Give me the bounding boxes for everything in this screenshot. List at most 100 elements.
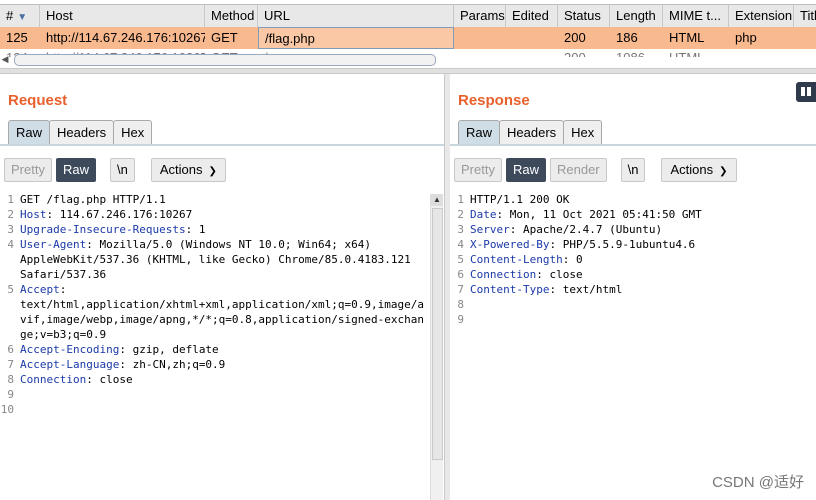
column-label: Host [46, 8, 73, 23]
scrollbar-thumb[interactable] [432, 208, 443, 460]
cell-number: 125 [6, 30, 28, 45]
line-number: 3 [7, 223, 14, 236]
column-label: Titl [800, 8, 816, 23]
horizontal-scrollbar[interactable] [14, 54, 436, 66]
newline-toggle-button[interactable]: \n [620, 158, 646, 182]
line-number: 4 [7, 238, 14, 251]
request-toolbar: Pretty Raw \n Actions ❯ [4, 158, 230, 184]
line-text: X-Powered-By: PHP/5.5.9-1ubuntu4.6 [470, 237, 695, 252]
tab-raw[interactable]: Raw [458, 120, 501, 145]
newline-toggle-button[interactable]: \n [109, 158, 135, 182]
header-value: text/html,application/xhtml+xml,applicat… [20, 298, 424, 311]
column-header-edited[interactable]: Edited [506, 5, 558, 27]
tab-hex[interactable]: Hex [563, 120, 603, 145]
line-number: 3 [457, 223, 464, 236]
editor-line: 8 [450, 297, 816, 312]
layout-toggle-icon[interactable] [796, 82, 816, 102]
line-text: GET /flag.php HTTP/1.1 [20, 192, 166, 207]
request-title: Request [8, 92, 68, 109]
header-value: : text/html [549, 283, 623, 296]
tab-underline [0, 144, 444, 146]
line-number: 2 [7, 208, 14, 221]
line-number: 1 [457, 193, 464, 206]
raw-button[interactable]: Raw [505, 158, 546, 182]
response-pane: Response Raw Headers Hex Pretty Raw Render \n… [450, 74, 816, 500]
tab-headers[interactable]: Headers [49, 120, 115, 145]
cell-url[interactable]: /flag.php [258, 27, 454, 49]
response-editor[interactable]: 1 HTTP/1.1 200 OK 2 Date: Mon, 11 Oct 2021 … [450, 192, 816, 327]
column-header-number[interactable]: # ▼ [0, 5, 40, 27]
tab-headers[interactable]: Headers [499, 120, 565, 145]
tab-hex[interactable]: Hex [113, 120, 153, 145]
line-number: 8 [7, 373, 14, 386]
header-value: vif,image/webp,image/apng,*/*;q=0.8,appl… [20, 313, 424, 326]
cell-status: 200 [558, 49, 610, 57]
editor-line: 9 [450, 312, 816, 327]
line-text: Date: Mon, 11 Oct 2021 05:41:50 GMT [470, 207, 702, 222]
layout-bar [801, 87, 805, 96]
editor-line: 7 Accept-Language: zh-CN,zh;q=0.9 [0, 357, 428, 372]
column-header-length[interactable]: Length [610, 5, 663, 27]
raw-button[interactable]: Raw [55, 158, 96, 182]
request-editor[interactable]: 1 GET /flag.php HTTP/1.1 2 Host: 114.67.246… [0, 192, 428, 417]
pretty-button[interactable]: Pretty [4, 158, 52, 182]
column-label: Extension [735, 8, 793, 23]
column-header-method[interactable]: Method [205, 5, 258, 27]
column-header-host[interactable]: Host [40, 5, 205, 27]
sort-down-icon[interactable]: ▼ [17, 12, 27, 23]
request-vertical-scrollbar[interactable]: ▲ [430, 194, 443, 500]
column-header-params[interactable]: Params [454, 5, 506, 27]
editor-line: 2 Host: 114.67.246.176:10267 [0, 207, 428, 222]
watermark: CSDN @适好 [712, 474, 804, 491]
tab-raw[interactable]: Raw [8, 120, 51, 145]
layout-bar [807, 87, 811, 96]
line-text: Connection: close [20, 372, 133, 387]
cell-method: GET [211, 30, 238, 45]
header-name: User-Agent [20, 238, 87, 251]
actions-dropdown[interactable]: Actions ❯ [661, 158, 737, 182]
header-value: AppleWebKit/537.36 (KHTML, like Gecko) C… [20, 253, 411, 266]
line-text: User-Agent: Mozilla/5.0 (Windows NT 10.0… [20, 237, 371, 252]
editor-line: text/html,application/xhtml+xml,applicat… [0, 297, 428, 312]
column-header-extension[interactable]: Extension [729, 5, 794, 27]
column-header-title[interactable]: Titl [794, 5, 816, 27]
request-pane: Request Raw Headers Hex Pretty Raw \n Actions… [0, 74, 444, 500]
scroll-up-icon[interactable]: ▲ [431, 194, 443, 206]
pretty-button[interactable]: Pretty [454, 158, 502, 182]
header-value: : zh-CN,zh;q=0.9 [119, 358, 226, 371]
editor-line: 9 [0, 387, 428, 402]
line-number: 6 [7, 343, 14, 356]
header-value: : 1 [185, 223, 206, 236]
header-name: Content-Type [470, 283, 550, 296]
header-name: Connection [20, 373, 87, 386]
line-text: Content-Type: text/html [470, 282, 622, 297]
table-row-selected[interactable]: 125 http://114.67.246.176:10267 GET /fla… [0, 27, 816, 49]
cell-host: http://114.67.246.176:10267 [46, 30, 205, 45]
editor-line: 1 HTTP/1.1 200 OK [450, 192, 816, 207]
render-button[interactable]: Render [549, 158, 607, 182]
response-title: Response [458, 92, 530, 109]
line-number: 5 [457, 253, 464, 266]
scroll-left-icon[interactable]: ◀ [0, 52, 10, 66]
line-number: 7 [457, 283, 464, 296]
header-value: : 0 [562, 253, 583, 266]
header-value: : close [536, 268, 583, 281]
request-tabs: Raw Headers Hex [8, 120, 153, 146]
editor-line: 5 Accept: [0, 282, 428, 297]
line-text: Accept: [20, 282, 66, 297]
column-header-url[interactable]: URL [258, 5, 454, 27]
actions-dropdown[interactable]: Actions ❯ [150, 158, 226, 182]
header-value: : close [86, 373, 133, 386]
line-text: Connection: close [470, 267, 583, 282]
header-value: : Mozilla/5.0 (Windows NT 10.0; Win64; x… [86, 238, 372, 251]
line-number: 10 [0, 403, 14, 416]
header-value: GET /flag.php HTTP/1.1 [20, 193, 166, 206]
header-name: Date [470, 208, 497, 221]
column-header-mime[interactable]: MIME t... [663, 5, 729, 27]
line-text: Host: 114.67.246.176:10267 [20, 207, 192, 222]
response-tabs: Raw Headers Hex [458, 120, 603, 146]
line-number: 9 [7, 388, 14, 401]
column-header-status[interactable]: Status [558, 5, 610, 27]
header-value: : [59, 283, 67, 296]
column-label: Edited [512, 8, 549, 23]
